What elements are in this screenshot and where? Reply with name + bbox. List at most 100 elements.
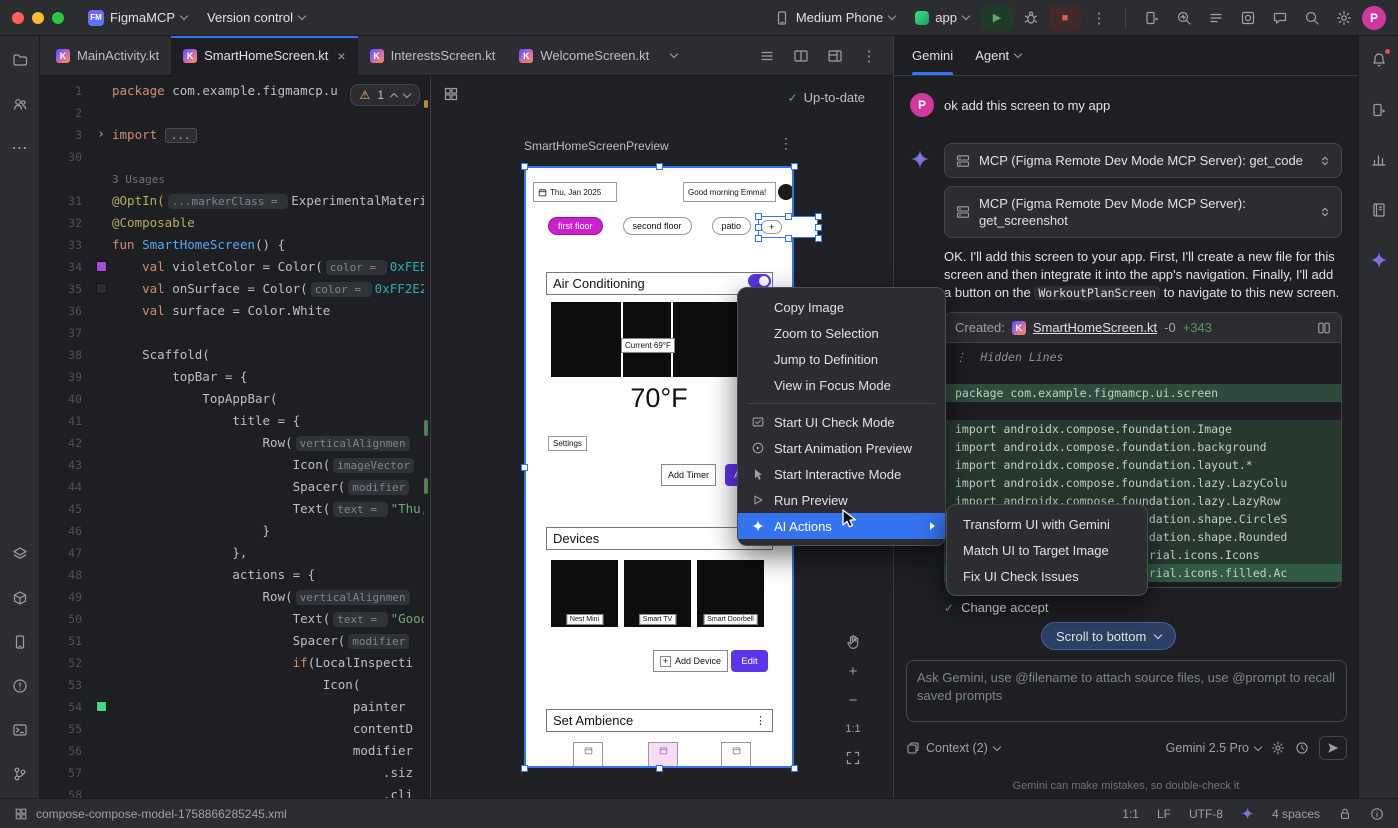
ambience-item[interactable] [721,742,751,768]
run-config-selector[interactable]: app [907,6,977,29]
open-diff-icon[interactable] [1317,321,1331,335]
selection-handle[interactable] [815,224,822,231]
room-chip-first-floor[interactable]: first floor [548,217,603,235]
statusbar-encoding[interactable]: UTF-8 [1189,807,1223,821]
device-card-smart-tv[interactable]: Smart TV [624,560,691,627]
running-devices-button[interactable] [1138,4,1166,32]
pan-button[interactable] [841,630,865,654]
menu-item-view-in-focus-mode[interactable]: View in Focus Mode [738,372,945,398]
color-swatch[interactable] [97,702,106,711]
room-chip-patio[interactable]: patio [712,217,752,235]
selection-handle[interactable] [785,213,792,220]
zoom-fit-button[interactable] [841,746,865,770]
submenu-item-transform-ui-with-gemini[interactable]: Transform UI with Gemini [947,511,1147,537]
tool-call-get-screenshot[interactable]: MCP (Figma Remote Dev Mode MCP Server): … [944,186,1342,238]
change-stripe-mark[interactable] [424,420,428,436]
expand-icon[interactable] [1319,206,1331,218]
statusbar-line-ending[interactable]: LF [1157,807,1171,821]
info-button[interactable] [1370,807,1384,821]
tab-mainactivity-kt[interactable]: KMainActivity.kt [44,36,171,75]
prev-warning-icon[interactable] [390,92,398,100]
window-minimize-button[interactable] [32,12,44,24]
menu-item-run-preview[interactable]: Run Preview [738,487,945,513]
settings-button[interactable] [1330,4,1358,32]
menu-item-start-animation-preview[interactable]: Start Animation Preview [738,435,945,461]
stop-button[interactable]: ■ [1049,5,1081,31]
ambience-item[interactable] [573,742,603,768]
statusbar-gemini-button[interactable] [1241,807,1254,820]
app-inspection-button[interactable] [1234,4,1262,32]
selection-handle[interactable] [521,163,528,170]
statusbar-position[interactable]: 1:1 [1122,807,1139,821]
app-insights-button[interactable] [1365,146,1393,174]
model-selector[interactable]: Gemini 2.5 Pro [1166,741,1261,755]
zoom-in-button[interactable]: + [841,659,865,683]
profiler-button[interactable] [1170,4,1198,32]
device-explorer-button[interactable] [6,628,34,656]
device-manager-button[interactable] [1365,96,1393,124]
problems-tool-button[interactable] [6,672,34,700]
selection-handle[interactable] [656,765,663,772]
device-card-nest-mini[interactable]: Nest Mini [551,560,618,627]
settings-label[interactable]: Settings [548,436,587,451]
selection-handle[interactable] [791,765,798,772]
context-selector[interactable]: Context (2) [906,741,1000,755]
history-button[interactable] [1295,741,1309,755]
layout-inspector-button[interactable] [6,540,34,568]
add-timer-button[interactable]: Add Timer [661,464,716,486]
project-selector[interactable]: FM FigmaMCP [80,6,195,30]
search-everywhere-button[interactable] [1298,4,1326,32]
submenu-item-fix-ui-check-issues[interactable]: Fix UI Check Issues [947,563,1147,589]
ac-toggle[interactable] [748,274,771,288]
device-card-smart-doorbell[interactable]: Smart Doorbell [697,560,764,627]
change-stripe-mark[interactable] [424,478,428,494]
selection-handle[interactable] [791,163,798,170]
resource-manager-button[interactable] [1365,196,1393,224]
menu-item-zoom-to-selection[interactable]: Zoom to Selection [738,320,945,346]
warning-stripe-mark[interactable] [424,100,428,108]
feedback-button[interactable] [1266,4,1294,32]
zoom-actual-button[interactable]: 1:1 [841,717,865,741]
send-button[interactable] [1319,736,1347,760]
ambience-item[interactable] [648,742,678,768]
tool-call-get-code[interactable]: MCP (Figma Remote Dev Mode MCP Server): … [944,143,1342,178]
split-mode-button[interactable] [787,42,815,70]
code-editor[interactable]: 1package com.example.figmamcp.u23›import… [40,76,430,798]
window-zoom-button[interactable] [52,12,64,24]
device-selector[interactable]: Medium Phone [766,6,903,30]
tab-close-icon[interactable]: × [337,48,345,64]
preview-options-icon[interactable] [443,86,459,102]
submenu-item-match-ui-to-target-image[interactable]: Match UI to Target Image [947,537,1147,563]
menu-item-start-ui-check-mode[interactable]: Start UI Check Mode [738,409,945,435]
add-device-button[interactable]: + Add Device [653,650,728,672]
menu-item-jump-to-definition[interactable]: Jump to Definition [738,346,945,372]
tab-interestsscreen-kt[interactable]: KInterestsScreen.kt [358,36,508,75]
selection-handle[interactable] [521,464,528,471]
statusbar-indent[interactable]: 4 spaces [1272,807,1320,821]
gemini-tool-button[interactable] [1365,246,1393,274]
preview-title[interactable]: SmartHomeScreenPreview [524,139,669,153]
gemini-settings-button[interactable] [1271,741,1285,755]
scroll-to-bottom-button[interactable]: Scroll to bottom [1041,622,1176,650]
next-warning-icon[interactable] [403,89,411,97]
lock-button[interactable] [1338,807,1352,821]
selection-handle[interactable] [815,213,822,220]
window-close-button[interactable] [12,12,24,24]
run-button[interactable]: ▶ [981,5,1013,31]
created-file-link[interactable]: SmartHomeScreen.kt [1033,320,1157,335]
more-tool-windows-button[interactable]: ⋯ [6,134,34,162]
tab-gemini[interactable]: Gemini [912,36,953,75]
commit-tool-button[interactable] [6,90,34,118]
edit-button[interactable]: Edit [731,650,768,672]
notifications-button[interactable] [1365,46,1393,74]
tab-agent[interactable]: Agent [975,36,1021,75]
selection-handle[interactable] [815,235,822,242]
color-swatch[interactable] [97,284,106,293]
expand-icon[interactable] [1319,155,1331,167]
design-mode-button[interactable] [821,42,849,70]
selection-handle[interactable] [521,765,528,772]
selection-handle[interactable] [785,235,792,242]
editor-list-button[interactable] [753,42,781,70]
version-control-tool-button[interactable] [6,760,34,788]
terminal-tool-button[interactable] [6,716,34,744]
